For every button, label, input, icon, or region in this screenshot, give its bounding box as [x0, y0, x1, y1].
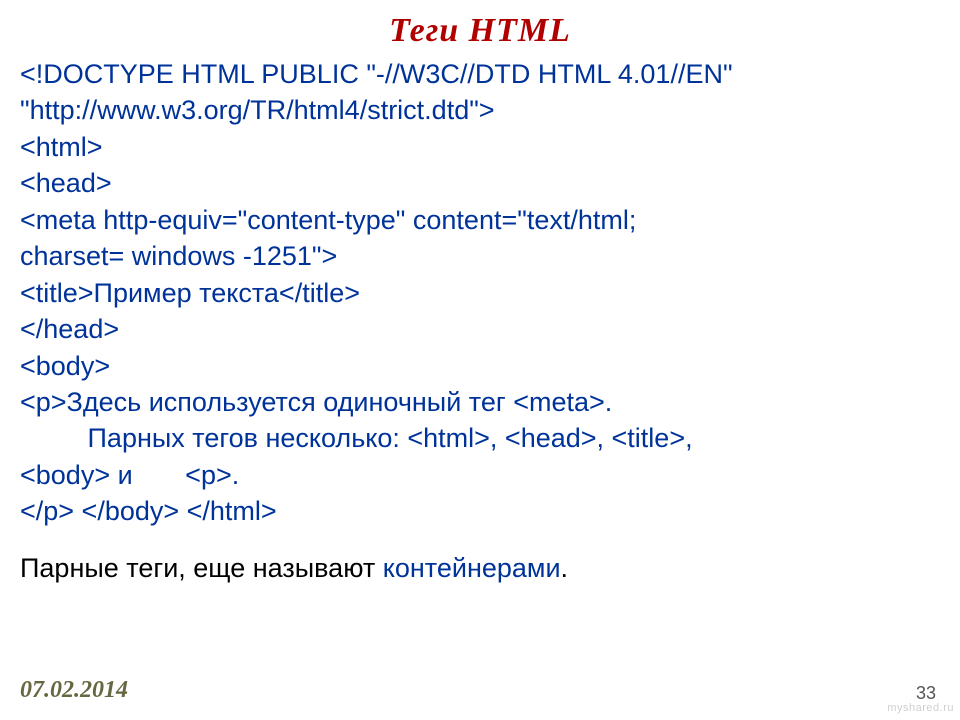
- code-line: "http://www.w3.org/TR/html4/strict.dtd">: [20, 95, 495, 125]
- code-example: <!DOCTYPE HTML PUBLIC "-//W3C//DTD HTML …: [20, 56, 940, 530]
- code-line: <html>: [20, 132, 103, 162]
- slide: Теги HTML <!DOCTYPE HTML PUBLIC "-//W3C/…: [0, 0, 960, 720]
- code-line: <head>: [20, 168, 112, 198]
- footnote: Парные теги, еще называют контейнерами.: [20, 550, 940, 586]
- code-line: Парных тегов несколько: <html>, <head>, …: [20, 423, 693, 453]
- footnote-highlight: контейнерами: [383, 553, 561, 583]
- page-number: 33: [916, 683, 936, 704]
- code-line: <title>Пример текста</title>: [20, 278, 360, 308]
- code-line: </head>: [20, 314, 119, 344]
- code-line: <!DOCTYPE HTML PUBLIC "-//W3C//DTD HTML …: [20, 59, 733, 89]
- code-line: charset= windows -1251">: [20, 241, 337, 271]
- watermark: myshared.ru: [887, 702, 954, 714]
- code-line: <body> и <p>.: [20, 460, 239, 490]
- code-line: </p> </body> </html>: [20, 496, 277, 526]
- code-line: <p>Здесь используется одиночный тег <met…: [20, 387, 612, 417]
- code-line: <meta http-equiv="content-type" content=…: [20, 205, 636, 235]
- code-line: <body>: [20, 351, 110, 381]
- slide-date: 07.02.2014: [20, 677, 128, 704]
- page-title: Теги HTML: [20, 12, 940, 50]
- footnote-text: .: [561, 553, 569, 583]
- footnote-text: Парные теги, еще называют: [20, 553, 383, 583]
